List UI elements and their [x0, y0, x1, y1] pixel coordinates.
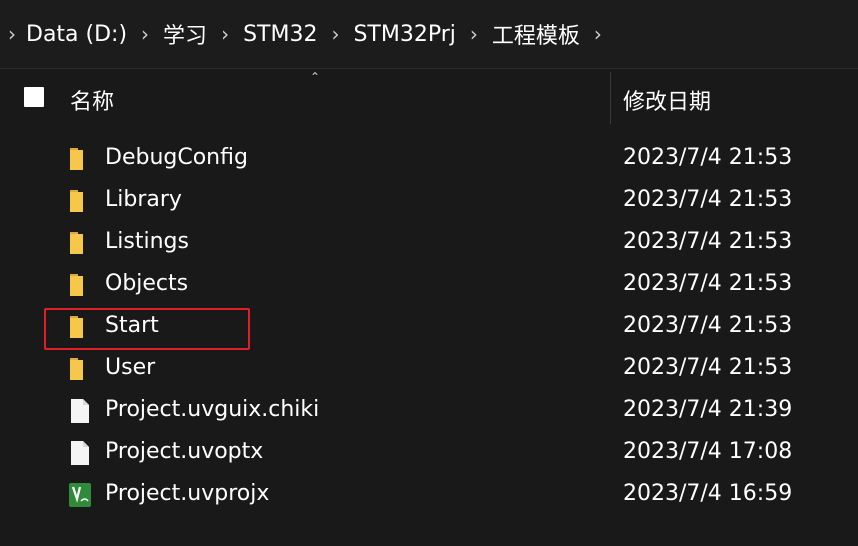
column-header: [0, 70, 858, 126]
chevron-right-icon[interactable]: ›: [323, 22, 347, 46]
file-date: 2023/7/4 21:53: [623, 313, 793, 338]
file-name: Library: [105, 187, 182, 212]
file-name: Project.uvoptx: [105, 439, 264, 464]
breadcrumb-stm32[interactable]: STM32: [237, 22, 323, 47]
folder-icon: [70, 358, 83, 380]
column-divider[interactable]: [610, 72, 611, 124]
file-date: 2023/7/4 21:53: [623, 355, 793, 380]
chevron-right-icon[interactable]: ›: [133, 22, 157, 46]
file-row[interactable]: User 2023/7/4 21:53: [0, 348, 858, 390]
file-date: 2023/7/4 21:53: [623, 229, 793, 254]
file-date: 2023/7/4 21:53: [623, 187, 793, 212]
file-name: Listings: [105, 229, 189, 254]
file-row[interactable]: Project.uvprojx 2023/7/4 16:59: [0, 474, 858, 516]
chevron-right-icon[interactable]: ›: [213, 22, 237, 46]
file-date: 2023/7/4 21:53: [623, 145, 793, 170]
file-name: DebugConfig: [105, 145, 248, 170]
file-date: 2023/7/4 21:39: [623, 397, 793, 422]
folder-icon: [70, 232, 83, 254]
folder-icon: [70, 190, 83, 212]
file-row[interactable]: Project.uvguix.chiki 2023/7/4 21:39: [0, 390, 858, 432]
file-row[interactable]: Listings 2023/7/4 21:53: [0, 222, 858, 264]
select-all-checkbox[interactable]: [24, 87, 44, 107]
sort-ascending-icon: ⌃: [310, 70, 321, 84]
file-icon: [71, 441, 89, 465]
keil-uvision-icon: [69, 483, 91, 507]
file-icon: [71, 399, 89, 423]
file-date: 2023/7/4 17:08: [623, 439, 793, 464]
file-row[interactable]: Library 2023/7/4 21:53: [0, 180, 858, 222]
chevron-right-icon[interactable]: ›: [586, 22, 610, 46]
breadcrumb-drive[interactable]: Data (D:): [20, 22, 133, 47]
chevron-right-icon[interactable]: ›: [4, 22, 20, 46]
file-name: Project.uvguix.chiki: [105, 397, 320, 422]
highlight-box-start-folder: [44, 308, 250, 350]
file-date: 2023/7/4 21:53: [623, 271, 793, 296]
file-row[interactable]: Project.uvoptx 2023/7/4 17:08: [0, 432, 858, 474]
file-row[interactable]: DebugConfig 2023/7/4 21:53: [0, 138, 858, 180]
column-header-date-modified[interactable]: 修改日期: [623, 84, 711, 116]
file-row[interactable]: Objects 2023/7/4 21:53: [0, 264, 858, 306]
folder-icon: [70, 274, 83, 296]
folder-icon: [70, 148, 83, 170]
file-name: Objects: [105, 271, 189, 296]
column-header-name[interactable]: 名称: [70, 84, 114, 116]
breadcrumb-stm32prj[interactable]: STM32Prj: [347, 22, 461, 47]
breadcrumb-project-template[interactable]: 工程模板: [486, 18, 586, 50]
file-name: Project.uvprojx: [105, 481, 270, 506]
file-name: User: [105, 355, 156, 380]
breadcrumb-xuexi[interactable]: 学习: [157, 18, 213, 50]
file-date: 2023/7/4 16:59: [623, 481, 793, 506]
address-bar[interactable]: › Data (D:) › 学习 › STM32 › STM32Prj › 工程…: [0, 0, 858, 69]
chevron-right-icon[interactable]: ›: [462, 22, 486, 46]
